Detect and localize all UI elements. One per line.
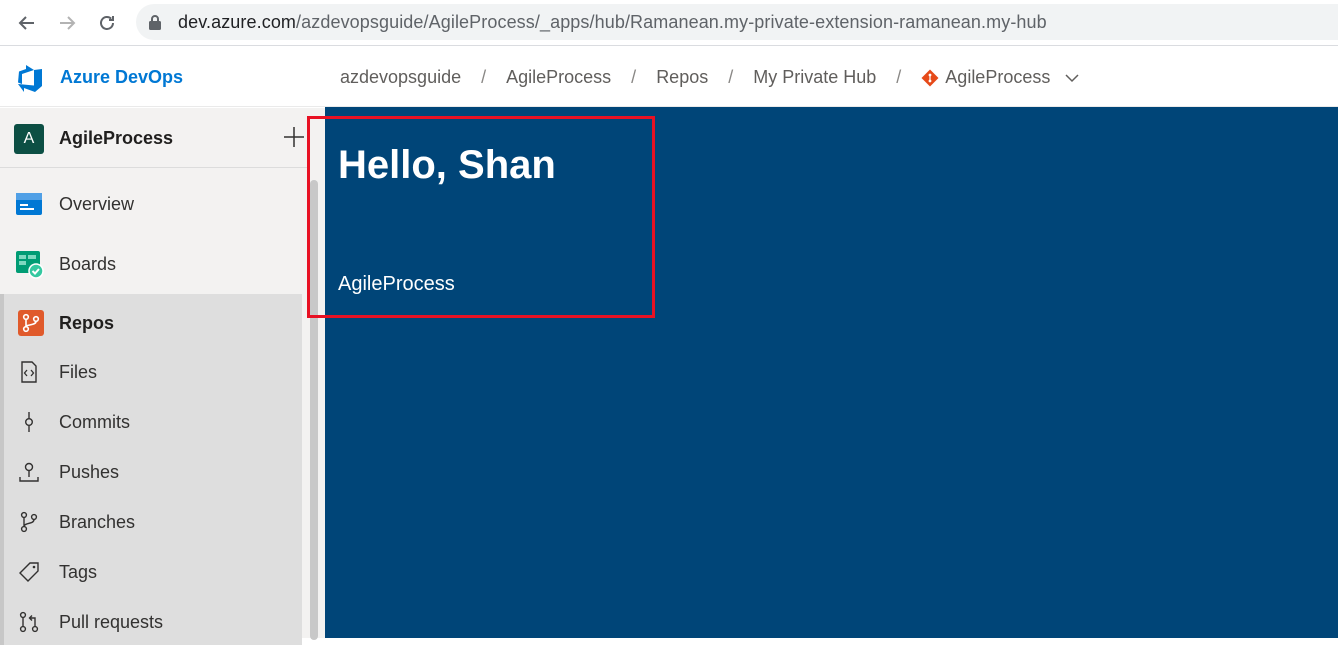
- breadcrumb-separator: /: [896, 67, 902, 87]
- reload-icon: [100, 16, 114, 30]
- sidebar-subitem-tags[interactable]: Tags: [4, 548, 302, 598]
- sidebar-item-overview[interactable]: Overview: [0, 175, 310, 235]
- breadcrumb-repos[interactable]: Repos: [656, 67, 708, 88]
- breadcrumb: azdevopsguide / AgileProcess / Repos / M…: [340, 67, 1080, 88]
- sidebar-subitem-pull-requests[interactable]: Pull requests: [4, 598, 302, 648]
- forward-button[interactable]: [53, 9, 81, 37]
- project-avatar: A: [14, 124, 44, 154]
- brand-name[interactable]: Azure DevOps: [60, 67, 183, 88]
- tags-icon: [19, 562, 39, 582]
- sidebar-item-label: Repos: [59, 313, 115, 333]
- breadcrumb-separator: /: [481, 67, 487, 87]
- pull-requests-icon: [19, 611, 39, 633]
- breadcrumb-hub[interactable]: My Private Hub: [753, 67, 876, 88]
- lock-icon: [149, 15, 161, 30]
- files-icon: [21, 361, 37, 383]
- greeting-heading: Hello, Shan: [338, 143, 556, 187]
- sidebar-subitem-label: Tags: [59, 562, 98, 582]
- url-path: /azdevopsguide/AgileProcess/_apps/hub/Ra…: [296, 12, 1047, 32]
- sidebar-subitem-branches[interactable]: Branches: [4, 498, 302, 548]
- breadcrumb-separator: /: [728, 67, 734, 87]
- branches-icon: [20, 511, 38, 533]
- overview-icon: [16, 193, 42, 215]
- sidebar-subitem-label: Pull requests: [59, 612, 164, 632]
- sidebar-item-boards[interactable]: Boards: [0, 235, 310, 295]
- url-host: dev.azure.com: [178, 12, 297, 32]
- plus-icon[interactable]: [283, 126, 305, 148]
- sidebar-subitem-commits[interactable]: Commits: [4, 398, 302, 448]
- url-text: dev.azure.com/azdevopsguide/AgileProcess…: [178, 12, 1047, 33]
- reload-button[interactable]: [93, 9, 121, 37]
- project-label: AgileProcess: [338, 273, 455, 295]
- app-header: Azure DevOps azdevopsguide / AgileProces…: [0, 47, 1338, 107]
- back-arrow-icon: [18, 16, 34, 30]
- breadcrumb-organization[interactable]: azdevopsguide: [340, 67, 461, 88]
- pushes-icon: [19, 462, 39, 482]
- forward-arrow-icon: [60, 16, 76, 30]
- azure-devops-logo-icon[interactable]: [16, 64, 44, 92]
- project-name: AgileProcess: [59, 128, 174, 148]
- project-header[interactable]: A AgileProcess: [0, 108, 310, 168]
- repo-selector[interactable]: AgileProcess: [921, 67, 1080, 88]
- browser-toolbar: dev.azure.com/azdevopsguide/AgileProcess…: [0, 0, 1338, 46]
- git-icon: [921, 69, 939, 86]
- repo-name: AgileProcess: [945, 67, 1051, 87]
- sidebar-item-label: Boards: [59, 254, 117, 274]
- sidebar-subitem-label: Branches: [59, 512, 136, 532]
- sidebar-subitem-pushes[interactable]: Pushes: [4, 448, 302, 498]
- back-button[interactable]: [13, 9, 41, 37]
- sidebar: A AgileProcess Overview Boards Repos Fil…: [0, 108, 325, 645]
- sidebar-subitem-label: Files: [59, 362, 98, 382]
- sidebar-subitem-label: Commits: [59, 412, 130, 432]
- sidebar-item-label: Overview: [59, 194, 135, 214]
- sidebar-subitem-label: Pushes: [59, 462, 120, 482]
- repos-submenu: Files Commits Pushes Branches Tags Pull …: [0, 345, 302, 645]
- sidebar-subitem-files[interactable]: Files: [4, 348, 302, 398]
- breadcrumb-project[interactable]: AgileProcess: [506, 67, 611, 88]
- main-content: Hello, Shan AgileProcess: [307, 107, 1338, 638]
- repos-icon: [18, 310, 44, 336]
- chevron-down-icon: [1065, 73, 1079, 82]
- address-bar[interactable]: dev.azure.com/azdevopsguide/AgileProcess…: [136, 4, 1338, 40]
- breadcrumb-separator: /: [631, 67, 637, 87]
- boards-icon: [16, 251, 44, 279]
- commits-icon: [24, 412, 33, 432]
